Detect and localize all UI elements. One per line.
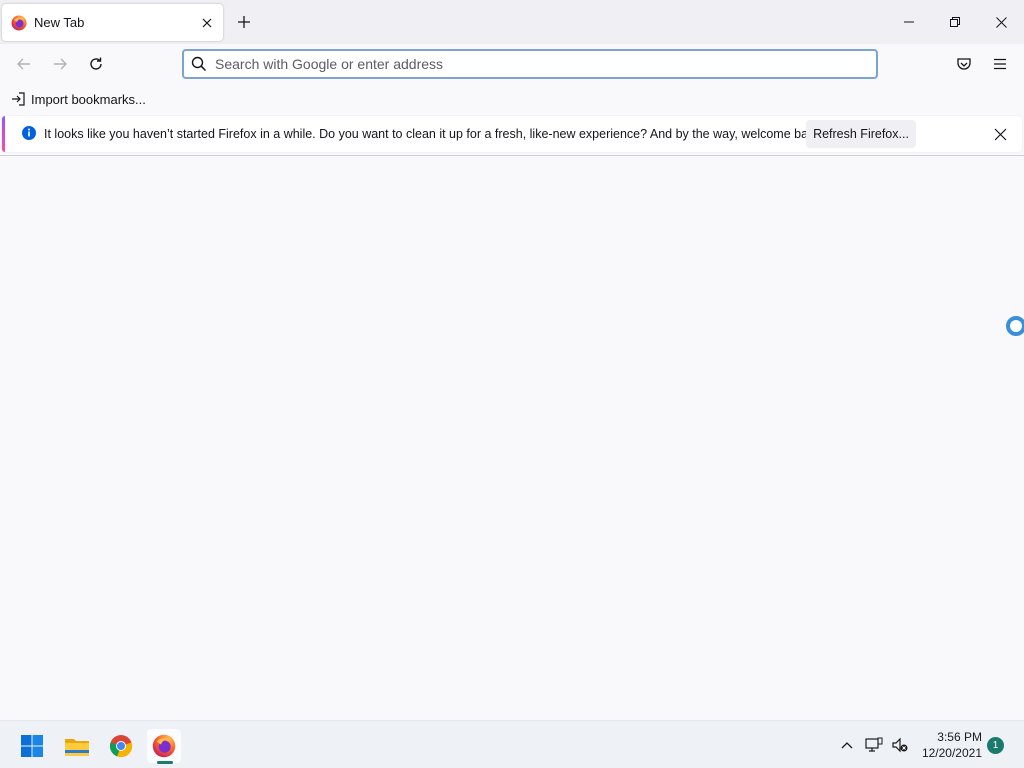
minimize-icon — [904, 21, 914, 23]
network-icon — [865, 737, 883, 752]
import-bookmarks-label: Import bookmarks... — [31, 91, 146, 107]
network-button[interactable] — [864, 735, 884, 755]
chrome-icon — [109, 735, 133, 758]
info-icon — [22, 126, 36, 140]
search-icon — [191, 56, 207, 72]
taskbar-clock[interactable]: 3:56 PM 12/20/2021 — [916, 729, 982, 761]
clock-time: 3:56 PM — [937, 730, 982, 744]
refresh-firefox-button[interactable]: Refresh Firefox... — [806, 120, 916, 148]
chevron-up-icon — [841, 742, 853, 749]
url-input[interactable] — [215, 56, 876, 72]
active-app-indicator — [157, 761, 173, 764]
notification-accent — [2, 116, 5, 152]
url-bar[interactable] — [182, 49, 878, 79]
pocket-button[interactable] — [950, 50, 978, 78]
page-content[interactable] — [0, 156, 1024, 720]
nav-toolbar — [0, 44, 1024, 84]
close-icon — [994, 128, 1006, 140]
volume-button[interactable] — [890, 735, 910, 755]
close-icon — [202, 18, 212, 27]
hamburger-menu-icon — [994, 58, 1006, 70]
refresh-notification-bar: It looks like you haven’t started Firefo… — [2, 116, 1022, 152]
back-button[interactable] — [10, 50, 38, 78]
import-icon — [12, 92, 25, 106]
import-bookmarks-button[interactable]: Import bookmarks... — [10, 89, 146, 109]
notification-message: It looks like you haven’t started Firefo… — [44, 127, 825, 141]
minimize-button[interactable] — [886, 0, 932, 44]
forward-arrow-icon — [54, 58, 67, 70]
firefox-icon — [11, 15, 27, 30]
tab-close-button[interactable] — [195, 11, 219, 35]
back-arrow-icon — [17, 58, 30, 70]
file-explorer-icon — [65, 739, 89, 756]
forward-button[interactable] — [46, 50, 74, 78]
close-icon — [995, 16, 1007, 28]
show-hidden-icons-button[interactable] — [837, 735, 857, 755]
windows-start-icon — [21, 735, 43, 757]
reload-button[interactable] — [82, 50, 110, 78]
plus-icon — [238, 16, 250, 28]
bookmarks-toolbar: Import bookmarks... — [0, 84, 1024, 114]
window-close-button[interactable] — [978, 0, 1024, 44]
notification-count-badge[interactable]: 1 — [987, 737, 1004, 754]
taskbar: 3:56 PM 12/20/2021 1 — [0, 720, 1024, 768]
taskbar-chrome[interactable] — [104, 729, 138, 763]
new-tab-button[interactable] — [232, 10, 256, 34]
pocket-icon — [957, 58, 971, 70]
app-menu-button[interactable] — [986, 50, 1014, 78]
sidebar-handle[interactable] — [1006, 316, 1024, 336]
taskbar-firefox[interactable] — [147, 729, 181, 763]
restore-button[interactable] — [932, 0, 978, 44]
tab-title: New Tab — [34, 15, 85, 30]
notification-close-button[interactable] — [988, 122, 1012, 146]
volume-muted-icon — [892, 737, 908, 753]
clock-date: 12/20/2021 — [921, 746, 982, 760]
tab-strip: New Tab — [0, 0, 1024, 44]
tab-new-tab[interactable]: New Tab — [2, 4, 223, 41]
reload-icon — [90, 57, 102, 70]
firefox-icon — [152, 734, 176, 758]
start-button[interactable] — [15, 729, 49, 763]
taskbar-file-explorer[interactable] — [60, 729, 94, 763]
restore-icon — [950, 17, 960, 27]
